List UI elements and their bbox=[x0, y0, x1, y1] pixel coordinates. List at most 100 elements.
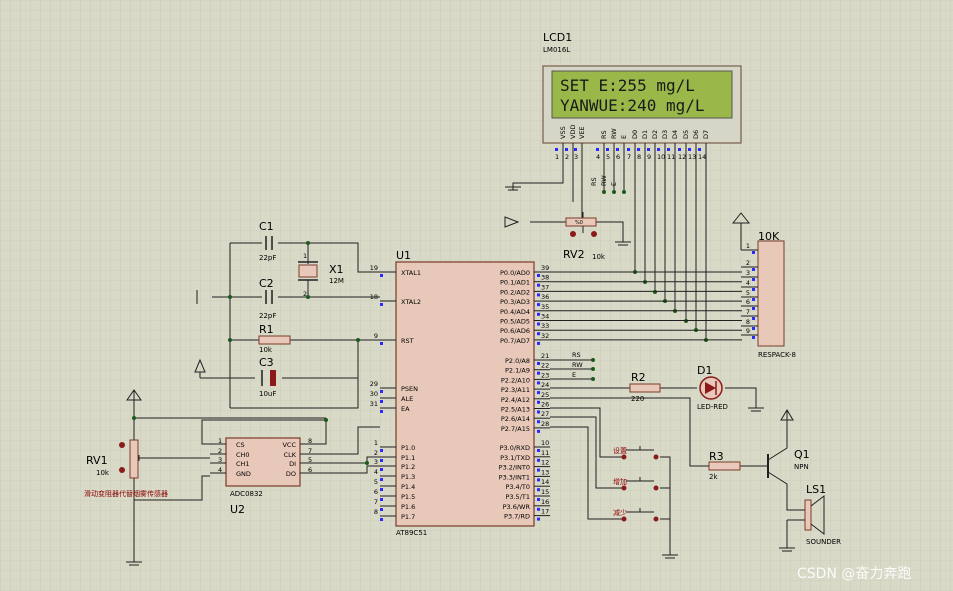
u1-pin-number: 30 bbox=[370, 390, 378, 398]
lcd-pin-number: 7 bbox=[627, 153, 631, 161]
pin-marker bbox=[537, 507, 540, 511]
x1-value: 12M bbox=[329, 277, 344, 285]
u1-pin-label: P1.4 bbox=[401, 483, 415, 491]
pin-marker bbox=[752, 288, 755, 291]
r3-value: 2k bbox=[709, 473, 718, 481]
u1-pin-label: P3.1/TXD bbox=[500, 454, 530, 462]
lcd-pin-label: D4 bbox=[671, 130, 679, 139]
pin-marker bbox=[752, 327, 755, 330]
lcd-pin-label: D2 bbox=[651, 130, 659, 139]
ls1-part: SOUNDER bbox=[806, 538, 841, 546]
lcd-pin-label: D3 bbox=[661, 130, 669, 139]
pin-marker bbox=[596, 148, 599, 151]
pin-marker bbox=[537, 362, 540, 365]
lcd-pin-label: VEE bbox=[578, 126, 586, 139]
pin-marker bbox=[380, 303, 383, 306]
u1-pin-label: RST bbox=[401, 337, 414, 345]
u1-pin-label: P3.3/INT1 bbox=[499, 473, 530, 481]
u1-pin-number: 38 bbox=[541, 274, 549, 282]
u1-pin-number: 27 bbox=[541, 410, 549, 418]
pin-marker bbox=[380, 508, 383, 511]
pin-marker bbox=[606, 148, 609, 151]
pin-marker bbox=[380, 410, 383, 413]
lcd-pin-number: 4 bbox=[596, 153, 600, 161]
u1-pin-label: P3.2/INT0 bbox=[499, 464, 530, 472]
pin-marker bbox=[537, 449, 540, 452]
u1-pin-number: 5 bbox=[374, 478, 378, 486]
pin-marker bbox=[537, 400, 540, 404]
pin-marker bbox=[627, 148, 630, 151]
pin-marker bbox=[698, 148, 701, 151]
pin-marker bbox=[380, 390, 383, 393]
u1-pin-label: P3.4/T0 bbox=[505, 483, 530, 491]
p2-rw-label: RW bbox=[572, 361, 583, 369]
u2-pin-label: DI bbox=[289, 460, 296, 468]
pin-marker bbox=[537, 498, 540, 501]
u1-pin-label: P2.5/A13 bbox=[501, 406, 530, 414]
u1-pin-label: XTAL2 bbox=[401, 298, 421, 306]
pin-marker bbox=[647, 148, 650, 151]
pin-marker bbox=[752, 268, 755, 271]
pin-marker bbox=[380, 274, 383, 277]
pin-marker bbox=[380, 449, 383, 452]
u1-pin-label: P1.5 bbox=[401, 493, 415, 501]
pin-marker bbox=[537, 488, 540, 492]
u1-pin-number: 8 bbox=[374, 508, 378, 516]
pin-marker bbox=[537, 341, 540, 345]
pin-marker bbox=[537, 420, 540, 424]
u1-pin-label: P0.5/AD5 bbox=[500, 318, 530, 326]
pin-marker bbox=[537, 332, 540, 336]
u2-pin-number: 1 bbox=[218, 437, 222, 445]
pin-marker bbox=[537, 293, 540, 297]
x1-ref: X1 bbox=[329, 263, 344, 276]
q1-part: NPN bbox=[794, 463, 809, 471]
u1-part: AT89C51 bbox=[396, 529, 427, 537]
r2-value: 220 bbox=[631, 395, 644, 403]
respack-pin-number: 8 bbox=[746, 318, 750, 326]
button-label: 增加 bbox=[613, 477, 627, 486]
x1-pin2: 2 bbox=[303, 290, 307, 298]
lcd-pin-label: D7 bbox=[702, 130, 710, 139]
lcd-e-net: E bbox=[610, 182, 618, 186]
pin-marker bbox=[574, 148, 577, 151]
pin-marker bbox=[380, 498, 383, 501]
u1-pin-number: 3 bbox=[374, 458, 378, 466]
pin-marker bbox=[752, 278, 755, 281]
pin-marker bbox=[752, 298, 755, 301]
r1-value: 10k bbox=[259, 346, 273, 354]
pin-marker bbox=[380, 459, 383, 462]
lcd-pin-label: D5 bbox=[682, 130, 690, 139]
u1-pin-number: 6 bbox=[374, 488, 378, 496]
u1-pin-number: 21 bbox=[541, 352, 549, 360]
pin-marker bbox=[752, 307, 755, 310]
pin-marker bbox=[657, 148, 660, 151]
lcd-pin-label: D1 bbox=[641, 130, 649, 139]
r3-ref: R3 bbox=[709, 450, 724, 463]
lcd-line-2: YANWUE:240 mg/L bbox=[560, 96, 705, 115]
pin-marker bbox=[537, 312, 540, 316]
pin-marker bbox=[752, 336, 755, 339]
c3-value: 10uF bbox=[259, 390, 276, 398]
pin-marker bbox=[380, 488, 383, 491]
lcd-pin-number: 1 bbox=[555, 153, 559, 161]
u1-pin-label: P0.3/AD3 bbox=[500, 298, 530, 306]
u1-pin-label: P0.7/AD7 bbox=[500, 337, 530, 345]
respack-pin-number: 5 bbox=[746, 289, 750, 297]
u1-pin-label: P1.7 bbox=[401, 513, 415, 521]
u1-pin-number: 2 bbox=[374, 449, 378, 457]
u1-pin-number: 12 bbox=[541, 459, 549, 467]
u1-pin-label: EA bbox=[401, 405, 410, 413]
u2-pin-label: DO bbox=[286, 470, 296, 478]
pin-marker bbox=[616, 148, 619, 151]
u1-pin-label: P0.0/AD0 bbox=[500, 269, 530, 277]
schematic-canvas: LCD1 LM016L SET E:255 mg/L YANWUE:240 mg… bbox=[0, 0, 953, 591]
u2-ref: U2 bbox=[230, 503, 245, 516]
pin-marker bbox=[537, 371, 540, 375]
lcd-pin-label: D0 bbox=[631, 130, 639, 139]
pin-marker bbox=[752, 317, 755, 320]
u1-pin-label: P0.2/AD2 bbox=[500, 288, 530, 296]
lcd-pin-number: 12 bbox=[678, 153, 686, 161]
pin-marker bbox=[380, 478, 383, 481]
respack-pin-number: 6 bbox=[746, 298, 750, 306]
u1-pin-number: 35 bbox=[541, 303, 549, 311]
